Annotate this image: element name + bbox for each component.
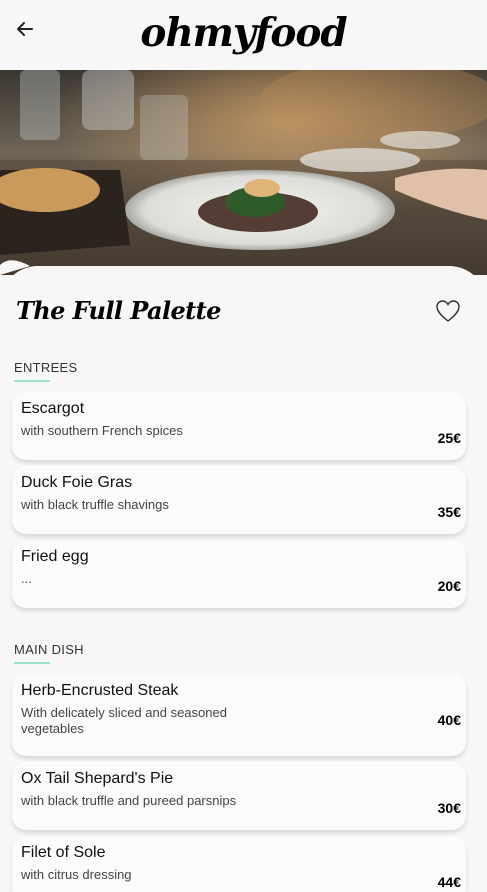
restaurant-name: The Full Palette bbox=[16, 296, 221, 325]
dish-card[interactable]: Filet of Sole with citrus dressing 44€ bbox=[12, 836, 466, 892]
section-underline bbox=[14, 662, 50, 664]
dish-card[interactable]: Herb-Encrusted Steak With delicately sli… bbox=[12, 674, 466, 756]
dish-price: 20€ bbox=[437, 578, 461, 594]
menu-card: The Full Palette ENTREES Escargot with s… bbox=[0, 266, 487, 892]
dish-card[interactable]: Fried egg ... 20€ bbox=[12, 540, 466, 608]
dish-description: with black truffle and pureed parsnips bbox=[21, 793, 237, 808]
dish-card[interactable]: Escargot with southern French spices 25€ bbox=[12, 392, 466, 460]
dish-price: 35€ bbox=[437, 504, 461, 520]
dish-card[interactable]: Duck Foie Gras with black truffle shavin… bbox=[12, 466, 466, 534]
dish-price: 44€ bbox=[437, 874, 461, 890]
dish-price: 40€ bbox=[437, 712, 461, 728]
section-title-main-dish: MAIN DISH bbox=[14, 642, 84, 657]
dish-description: with citrus dressing bbox=[21, 867, 132, 882]
heart-outline-icon[interactable] bbox=[435, 299, 461, 323]
dish-description: with southern French spices bbox=[21, 423, 183, 438]
dish-name: Fried egg bbox=[21, 548, 89, 565]
dish-description: With delicately sliced and seasoned vege… bbox=[21, 705, 227, 736]
dish-name: Duck Foie Gras bbox=[21, 474, 133, 491]
restaurant-hero-image bbox=[0, 70, 487, 275]
dish-description: ... bbox=[21, 571, 32, 586]
app-logo[interactable]: ohmyfood bbox=[0, 10, 487, 56]
dish-name: Filet of Sole bbox=[21, 844, 106, 861]
dish-price: 25€ bbox=[437, 430, 461, 446]
dish-price: 30€ bbox=[437, 800, 461, 816]
app-header: ohmyfood bbox=[0, 0, 487, 70]
dish-name: Herb-Encrusted Steak bbox=[21, 682, 179, 699]
dish-description: with black truffle shavings bbox=[21, 497, 169, 512]
section-underline bbox=[14, 380, 50, 382]
dish-card[interactable]: Ox Tail Shepard's Pie with black truffle… bbox=[12, 762, 466, 830]
dish-name: Ox Tail Shepard's Pie bbox=[21, 770, 174, 787]
section-title-entrees: ENTREES bbox=[14, 360, 78, 375]
dish-name: Escargot bbox=[21, 400, 85, 417]
